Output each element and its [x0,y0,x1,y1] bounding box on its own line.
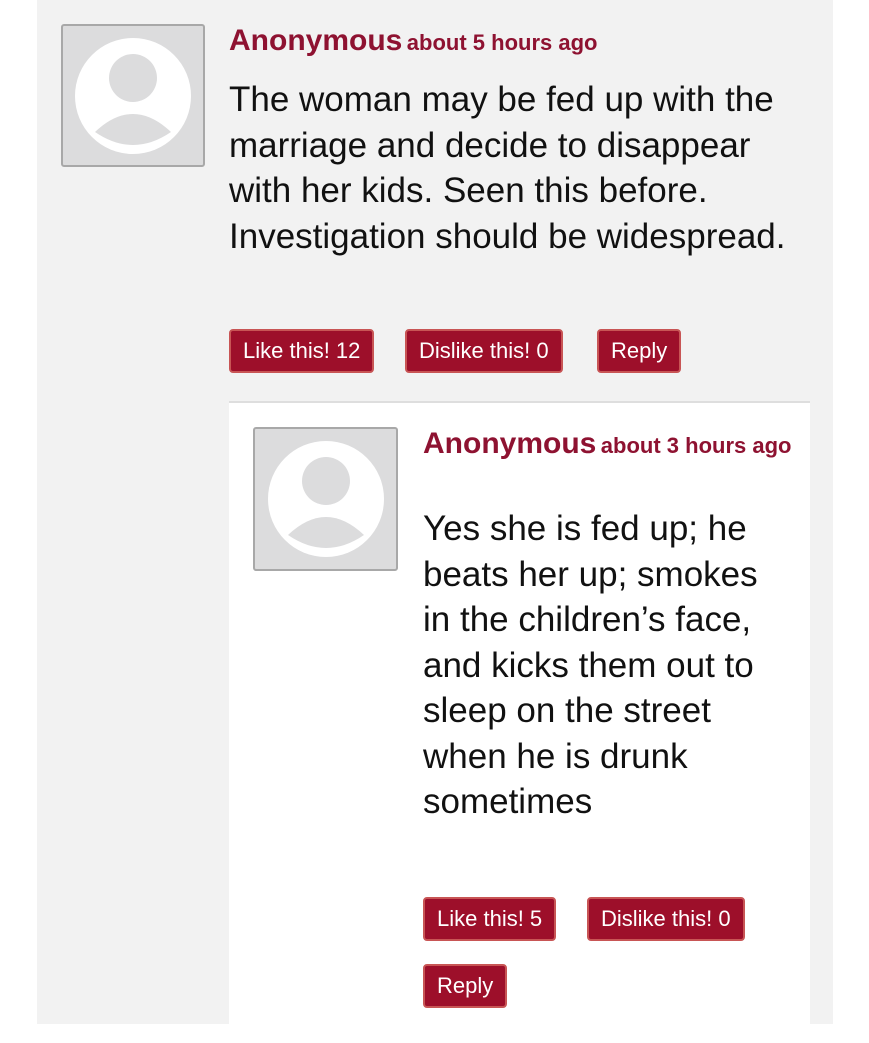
reply-button[interactable]: Reply [597,329,682,373]
user-avatar-icon [61,24,205,167]
like-button[interactable]: Like this! 5 [423,897,557,941]
comment-body: Yes she is fed up; he beats her up; smok… [423,509,758,821]
comment-timestamp: about 5 hours ago [406,30,598,55]
comment-author[interactable]: Anonymous [229,24,402,57]
comment-header: Anonymous about 5 hours ago [229,24,809,63]
comment-timestamp: about 3 hours ago [600,433,792,458]
dislike-button[interactable]: Dislike this! 0 [405,329,563,373]
user-avatar-icon [253,427,398,571]
like-button[interactable]: Like this! 12 [229,329,375,373]
comment-header: Anonymous about 3 hours ago [423,428,793,465]
comment-body: The woman may be fed up with the marriag… [229,80,786,256]
reply-button[interactable]: Reply [423,964,508,1008]
dislike-button[interactable]: Dislike this! 0 [587,897,745,941]
comment-author[interactable]: Anonymous [423,427,596,460]
